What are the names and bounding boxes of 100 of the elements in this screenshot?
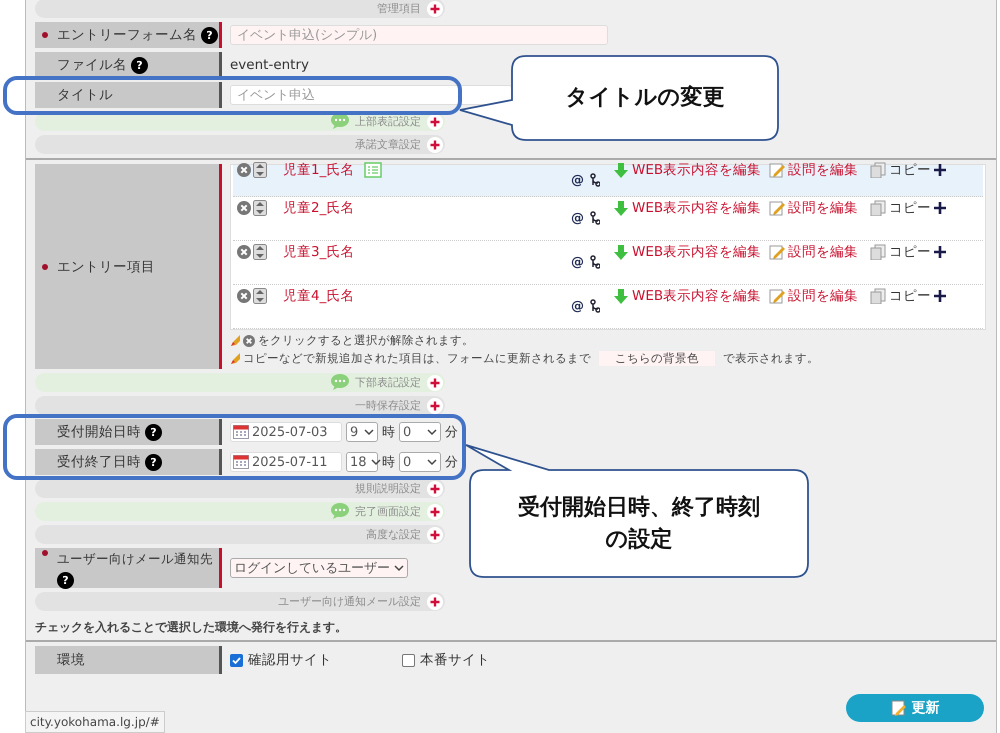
bar-label: ユーザー向け通知メール設定 xyxy=(278,594,421,609)
copy-icon[interactable] xyxy=(870,200,886,216)
pencil-icon xyxy=(230,334,240,346)
field-label: 受付終了日時 xyxy=(57,453,141,471)
down-arrow-icon xyxy=(613,288,629,304)
calendar-icon[interactable] xyxy=(233,454,249,470)
unit-label: 分 xyxy=(445,424,458,441)
branch-icon[interactable] xyxy=(590,211,600,225)
field-value: event-entry xyxy=(230,57,310,73)
add-icon[interactable] xyxy=(934,290,946,302)
help-icon[interactable]: ? xyxy=(201,26,218,44)
caret-icon[interactable] xyxy=(427,458,437,466)
remove-icon[interactable] xyxy=(237,201,251,215)
reorder-icon[interactable] xyxy=(253,200,267,216)
plus-icon[interactable] xyxy=(427,136,443,152)
bar-label: 完了画面設定 xyxy=(355,504,421,519)
copy-link[interactable]: コピー xyxy=(889,199,931,217)
entry-item[interactable]: 児童1_氏名 @ WEB表示内容を編集 設問を編集 コピー xyxy=(233,165,983,197)
question-edit-link[interactable]: 設問を編集 xyxy=(769,197,870,219)
web-edit-link[interactable]: WEB表示内容を編集 xyxy=(613,285,769,307)
mail-icon[interactable]: @ xyxy=(571,298,584,314)
copy-icon[interactable] xyxy=(870,244,886,260)
hour-select[interactable]: 9 xyxy=(346,422,378,442)
question-edit-link[interactable]: 設問を編集 xyxy=(769,241,870,263)
mail-icon[interactable]: @ xyxy=(571,172,584,188)
plus-icon[interactable] xyxy=(427,374,443,390)
reorder-icon[interactable] xyxy=(253,288,267,304)
remove-icon[interactable] xyxy=(237,163,251,177)
add-icon[interactable] xyxy=(934,246,946,258)
callout: タイトルの変更 xyxy=(458,55,780,141)
help-icon[interactable]: ? xyxy=(145,424,162,440)
caret-icon[interactable] xyxy=(370,458,381,466)
question-edit-link[interactable]: 設問を編集 xyxy=(769,285,870,307)
branch-icon[interactable] xyxy=(590,173,600,187)
web-edit-link[interactable]: WEB表示内容を編集 xyxy=(613,197,769,219)
mail-icon[interactable]: @ xyxy=(571,254,584,270)
checkbox[interactable]: 確認用サイト xyxy=(230,651,332,669)
plus-icon[interactable] xyxy=(427,594,443,610)
bar-label: 一時保存設定 xyxy=(355,398,421,413)
plus-icon[interactable] xyxy=(427,526,443,542)
unit-label: 時 xyxy=(382,424,395,441)
plus-icon[interactable] xyxy=(427,504,443,520)
down-arrow-icon xyxy=(613,244,629,260)
web-edit-link[interactable]: WEB表示内容を編集 xyxy=(613,241,769,263)
branch-icon[interactable] xyxy=(590,255,600,269)
entry-name[interactable]: 児童2_氏名 xyxy=(283,199,354,217)
entry-item[interactable]: 児童3_氏名 @ WEB表示内容を編集 設問を編集 コピー xyxy=(233,241,983,285)
field-label: 環境 xyxy=(57,651,85,669)
help-icon[interactable]: ? xyxy=(57,572,74,589)
field-label: ファイル名 xyxy=(57,56,127,74)
help-icon[interactable]: ? xyxy=(131,56,148,74)
remove-icon[interactable] xyxy=(237,289,251,303)
entry-name[interactable]: 児童3_氏名 xyxy=(283,243,354,261)
required-dot xyxy=(42,264,48,270)
mail-icon[interactable]: @ xyxy=(571,210,584,226)
color-swatch: こちらの背景色 xyxy=(598,350,716,367)
bar-label: 承諾文章設定 xyxy=(355,137,421,152)
pencil-icon xyxy=(230,352,240,364)
date-field[interactable]: 2025-07-11 xyxy=(230,452,342,472)
reorder-icon[interactable] xyxy=(253,162,267,178)
entry-name[interactable]: 児童4_氏名 xyxy=(283,287,354,305)
entry-item[interactable]: 児童2_氏名 @ WEB表示内容を編集 設問を編集 コピー xyxy=(233,197,983,241)
note-text: コピーなどで新規追加された項目は、フォームに更新されるまで xyxy=(243,351,591,366)
minute-select[interactable]: 0 xyxy=(399,422,441,442)
bar-label: 高度な設定 xyxy=(366,527,421,542)
chat-icon xyxy=(331,503,349,520)
caret-icon[interactable] xyxy=(364,428,374,436)
minute-select[interactable]: 0 xyxy=(399,452,441,472)
plus-icon[interactable] xyxy=(427,0,443,16)
add-icon[interactable] xyxy=(934,164,946,176)
checkmark-icon[interactable] xyxy=(231,654,242,666)
copy-link[interactable]: コピー xyxy=(889,287,931,305)
plus-icon[interactable] xyxy=(427,114,443,130)
instruction-text: チェックを入れることで選択した環境へ発行を行えます。 xyxy=(35,619,348,636)
unit-label: 時 xyxy=(382,454,395,471)
calendar-icon[interactable] xyxy=(233,424,249,440)
bar-label: 管理項目 xyxy=(377,1,421,16)
edit-icon xyxy=(769,200,785,216)
down-arrow-icon xyxy=(613,162,629,178)
copy-link[interactable]: コピー xyxy=(889,243,931,261)
caret-icon[interactable] xyxy=(427,428,437,436)
checkbox[interactable]: 本番サイト xyxy=(402,651,490,669)
caret-icon[interactable] xyxy=(394,564,404,572)
branch-icon[interactable] xyxy=(590,299,600,313)
chat-icon xyxy=(331,113,349,130)
entry-item[interactable]: 児童4_氏名 @ WEB表示内容を編集 設問を編集 コピー xyxy=(233,285,983,329)
help-icon[interactable]: ? xyxy=(145,454,162,470)
hour-select[interactable]: 18 xyxy=(346,452,378,472)
edit-icon xyxy=(890,700,906,716)
required-dot xyxy=(42,32,48,38)
plus-icon[interactable] xyxy=(427,480,443,496)
reorder-icon[interactable] xyxy=(253,244,267,260)
remove-icon[interactable] xyxy=(237,245,251,259)
field-label: エントリー項目 xyxy=(57,258,155,276)
bar-label: 規則説明設定 xyxy=(355,481,421,496)
add-icon[interactable] xyxy=(934,202,946,214)
dropdown[interactable]: ログインしているユーザー xyxy=(230,558,408,578)
copy-icon[interactable] xyxy=(870,288,886,304)
date-field[interactable]: 2025-07-03 xyxy=(230,422,342,442)
plus-icon[interactable] xyxy=(427,398,443,414)
